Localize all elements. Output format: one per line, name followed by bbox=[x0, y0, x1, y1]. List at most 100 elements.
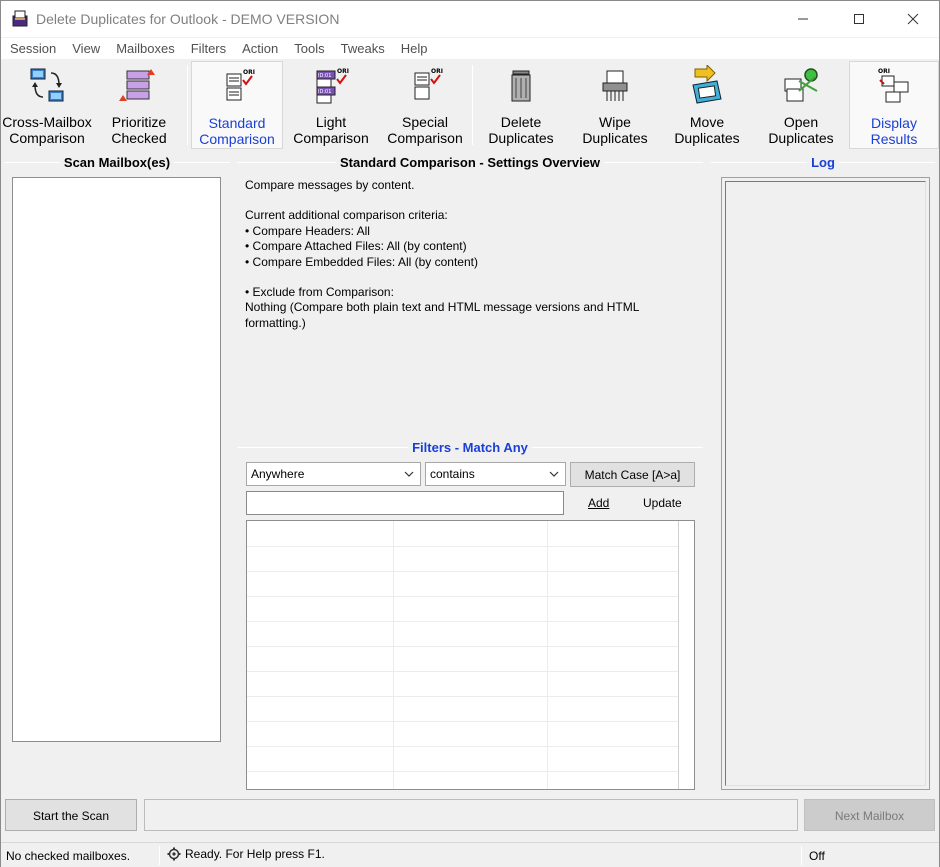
menu-bar: Session View Mailboxes Filters Action To… bbox=[1, 38, 939, 59]
status-bar: No checked mailboxes. Ready. For Help pr… bbox=[1, 842, 939, 867]
cross-mailbox-icon bbox=[30, 68, 64, 102]
menu-tweaks[interactable]: Tweaks bbox=[333, 38, 393, 59]
filter-field-select[interactable]: Anywhere bbox=[246, 462, 421, 486]
standard-comparison-button[interactable]: ORI Standard Comparison bbox=[191, 61, 283, 149]
filter-field-value: Anywhere bbox=[251, 467, 305, 481]
close-icon bbox=[907, 13, 919, 25]
status-ready-text: Ready. For Help press F1. bbox=[185, 847, 325, 861]
status-ready: Ready. For Help press F1. bbox=[167, 847, 325, 861]
delete-duplicates-button[interactable]: Delete Duplicates bbox=[475, 61, 567, 149]
table-row bbox=[247, 671, 679, 672]
open-folder-icon bbox=[784, 68, 818, 102]
scan-mailboxes-title: Scan Mailbox(es) bbox=[63, 154, 171, 170]
light-comparison-label: Light Comparison bbox=[293, 114, 369, 146]
chevron-down-icon bbox=[549, 471, 559, 477]
log-content[interactable] bbox=[725, 181, 926, 786]
prioritize-checked-button[interactable]: Prioritize Checked bbox=[95, 61, 183, 149]
chevron-down-icon bbox=[404, 471, 414, 477]
light-comparison-icon: ID:01 ID:01 ORI bbox=[316, 68, 349, 104]
standard-comparison-icon: ORI bbox=[226, 69, 255, 101]
table-row bbox=[247, 546, 679, 547]
menu-mailboxes[interactable]: Mailboxes bbox=[108, 38, 183, 59]
mailbox-tree[interactable] bbox=[12, 177, 221, 742]
menu-session[interactable]: Session bbox=[1, 38, 64, 59]
move-duplicates-label: Move Duplicates bbox=[674, 114, 740, 146]
grid-column-line bbox=[393, 521, 394, 789]
close-button[interactable] bbox=[890, 1, 936, 37]
filter-operator-value: contains bbox=[430, 467, 475, 481]
criteria-item: • Compare Embedded Files: All (by conten… bbox=[245, 254, 478, 269]
id-tag-bottom: ID:01 bbox=[318, 89, 331, 95]
exclude-text: Nothing (Compare both plain text and HTM… bbox=[245, 300, 639, 330]
log-title: Log bbox=[811, 154, 835, 170]
log-header: Log bbox=[711, 154, 936, 170]
prioritize-icon bbox=[119, 69, 155, 101]
overview-summary: Compare messages by content. bbox=[245, 178, 415, 192]
id-tag-top: ID:01 bbox=[318, 73, 331, 79]
status-mode: Off bbox=[809, 849, 825, 863]
menu-filters[interactable]: Filters bbox=[183, 38, 234, 59]
cross-mailbox-label: Cross-Mailbox Comparison bbox=[2, 114, 92, 146]
trash-icon bbox=[511, 70, 531, 102]
light-comparison-button[interactable]: ID:01 ID:01 ORI Light Comparison bbox=[285, 61, 377, 149]
criteria-title: Current additional comparison criteria: bbox=[245, 208, 448, 223]
criteria-item: • Compare Headers: All bbox=[245, 223, 370, 238]
open-duplicates-label: Open Duplicates bbox=[768, 114, 834, 146]
menu-view[interactable]: View bbox=[64, 38, 108, 59]
toolbar-separator bbox=[472, 65, 473, 145]
table-row bbox=[247, 771, 679, 772]
status-divider bbox=[801, 846, 802, 865]
grid-column-line bbox=[547, 521, 548, 789]
scan-mailboxes-header: Scan Mailbox(es) bbox=[4, 154, 231, 170]
gear-icon bbox=[167, 847, 181, 861]
move-duplicates-button[interactable]: Move Duplicates bbox=[661, 61, 753, 149]
settings-overview-title: Standard Comparison - Settings Overview bbox=[339, 154, 601, 170]
filter-operator-select[interactable]: contains bbox=[425, 462, 566, 486]
maximize-icon bbox=[854, 14, 864, 24]
wipe-duplicates-button[interactable]: Wipe Duplicates bbox=[569, 61, 661, 149]
delete-duplicates-label: Delete Duplicates bbox=[488, 114, 554, 146]
menu-tools[interactable]: Tools bbox=[286, 38, 332, 59]
table-row bbox=[247, 571, 679, 572]
grid-scrollbar[interactable] bbox=[678, 521, 694, 789]
settings-overview-header: Standard Comparison - Settings Overview bbox=[237, 154, 703, 170]
special-comparison-button[interactable]: ORI Special Comparison bbox=[379, 61, 471, 149]
filters-title: Filters - Match Any bbox=[412, 439, 528, 455]
special-comparison-label: Special Comparison bbox=[387, 114, 463, 146]
ori-tag: ORI bbox=[243, 69, 255, 76]
display-results-button[interactable]: ORI Display Results bbox=[849, 61, 939, 149]
filters-header: Filters - Match Any bbox=[237, 439, 704, 455]
filter-text-input[interactable] bbox=[246, 491, 564, 515]
next-mailbox-button[interactable]: Next Mailbox bbox=[804, 799, 935, 831]
menu-help[interactable]: Help bbox=[393, 38, 436, 59]
maximize-button[interactable] bbox=[836, 1, 882, 37]
add-filter-button[interactable]: Add bbox=[588, 496, 609, 510]
standard-comparison-label: Standard Comparison bbox=[199, 115, 275, 147]
display-results-icon: ORI bbox=[878, 68, 909, 103]
table-row bbox=[247, 621, 679, 622]
toolbar-separator bbox=[187, 65, 188, 145]
wipe-duplicates-label: Wipe Duplicates bbox=[582, 114, 648, 146]
app-icon bbox=[12, 10, 28, 27]
open-duplicates-button[interactable]: Open Duplicates bbox=[755, 61, 847, 149]
table-row bbox=[247, 746, 679, 747]
prioritize-label: Prioritize Checked bbox=[111, 114, 167, 146]
special-comparison-icon: ORI bbox=[414, 68, 443, 100]
log-panel bbox=[721, 177, 930, 790]
start-scan-button[interactable]: Start the Scan bbox=[5, 799, 137, 831]
ori-tag: ORI bbox=[337, 68, 349, 75]
criteria-item: • Compare Attached Files: All (by conten… bbox=[245, 239, 467, 254]
update-filter-button[interactable]: Update bbox=[643, 496, 682, 510]
menu-action[interactable]: Action bbox=[234, 38, 286, 59]
table-row bbox=[247, 721, 679, 722]
match-case-button[interactable]: Match Case [A>a] bbox=[570, 462, 695, 487]
title-bar: Delete Duplicates for Outlook - DEMO VER… bbox=[1, 1, 939, 37]
settings-overview: Compare messages by content. Current add… bbox=[245, 178, 705, 331]
cross-mailbox-comparison-button[interactable]: Cross-Mailbox Comparison bbox=[1, 61, 93, 149]
toolbar: Cross-Mailbox Comparison Prioritize Chec… bbox=[1, 59, 939, 152]
minimize-button[interactable] bbox=[780, 1, 826, 37]
window-title: Delete Duplicates for Outlook - DEMO VER… bbox=[36, 11, 340, 27]
table-row bbox=[247, 696, 679, 697]
filters-table[interactable] bbox=[246, 520, 695, 790]
ori-tag: ORI bbox=[878, 68, 890, 75]
